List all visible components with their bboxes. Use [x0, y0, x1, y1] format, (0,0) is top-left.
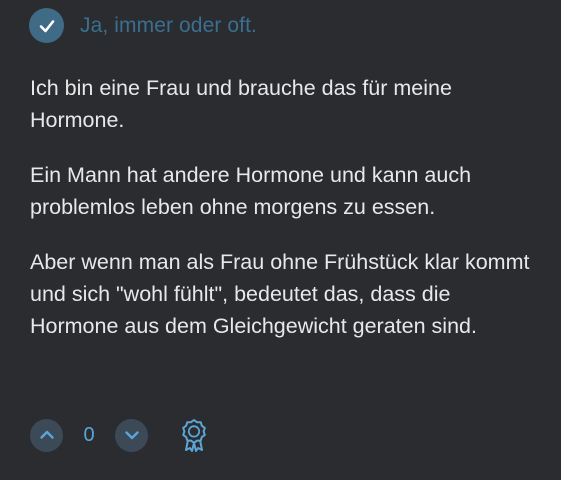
answer-paragraph: Aber wenn man als Frau ohne Frühstück kl… [30, 250, 530, 338]
answer-paragraph: Ein Mann hat andere Hormone und kann auc… [30, 163, 472, 219]
award-button[interactable] [177, 417, 211, 453]
chevron-up-icon [39, 430, 54, 439]
answer-choice-header: Ja, immer oder oft. [29, 8, 257, 43]
upvote-button[interactable] [30, 418, 63, 452]
chevron-down-icon [124, 431, 139, 440]
checkmark-icon [29, 8, 64, 43]
vote-count: 0 [83, 423, 95, 446]
answer-paragraph: Ich bin eine Frau und brauche das für me… [30, 76, 452, 132]
answer-text: Ich bin eine Frau und brauche das für me… [30, 72, 540, 365]
award-ribbon-icon [182, 419, 206, 452]
answer-choice-label: Ja, immer oder oft. [80, 13, 257, 37]
vote-bar: 0 [30, 417, 211, 453]
downvote-button[interactable] [115, 418, 148, 452]
